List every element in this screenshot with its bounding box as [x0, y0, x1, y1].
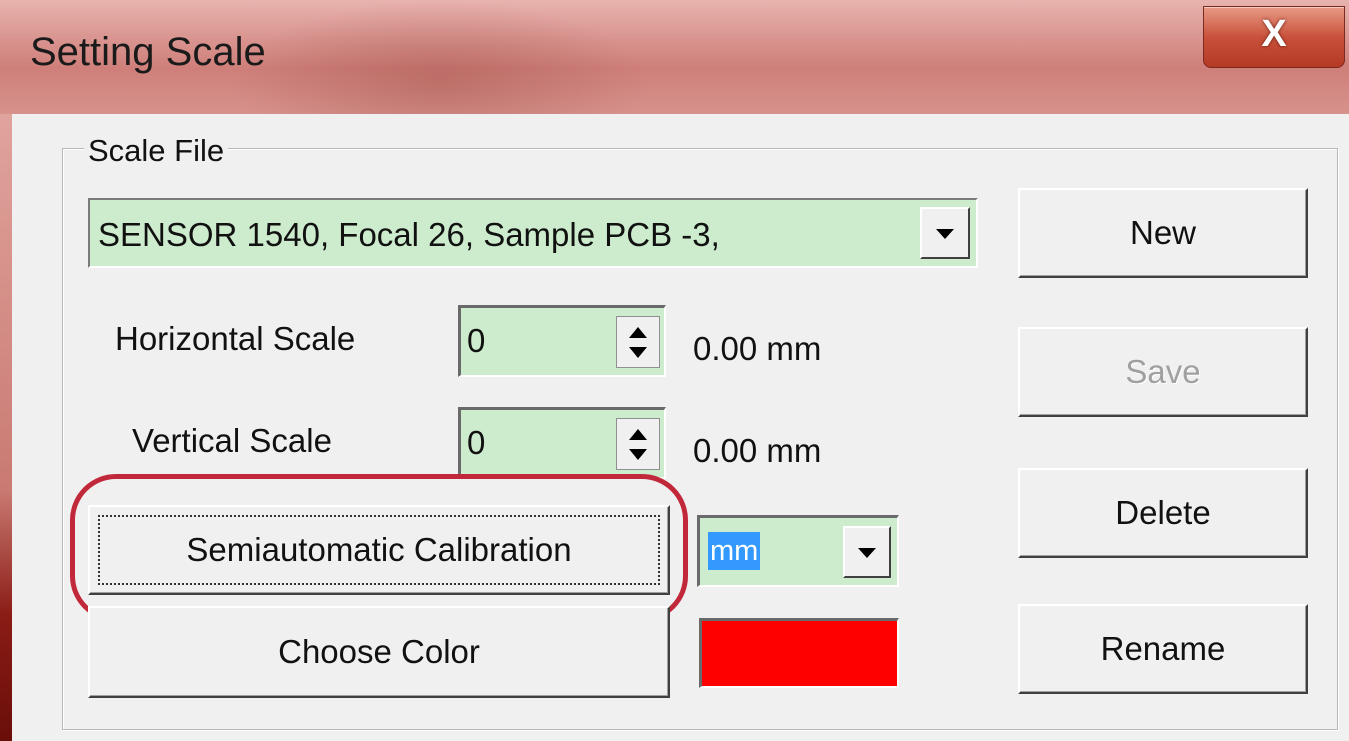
save-button-label: Save — [1125, 353, 1201, 390]
vertical-scale-readout: 0.00 mm — [693, 432, 822, 469]
horizontal-scale-label: Horizontal Scale — [115, 320, 356, 357]
color-swatch — [699, 618, 899, 688]
choose-color-label: Choose Color — [278, 633, 480, 670]
unit-dropdown-button[interactable] — [843, 526, 891, 578]
semiautomatic-calibration-button[interactable]: Semiautomatic Calibration — [88, 505, 670, 595]
scale-file-combo[interactable]: SENSOR 1540, Focal 26, Sample PCB -3, — [88, 198, 978, 268]
vertical-scale-label: Vertical Scale — [132, 422, 332, 459]
horizontal-scale-value[interactable]: 0 — [467, 322, 485, 360]
title-bar[interactable]: Setting Scale X — [0, 0, 1349, 115]
delete-button-label: Delete — [1115, 494, 1211, 531]
groupbox-label: Scale File — [84, 133, 229, 169]
vertical-spin-buttons[interactable] — [616, 418, 660, 470]
unit-combo[interactable]: mm — [697, 515, 899, 587]
new-button-label: New — [1129, 214, 1197, 251]
horizontal-scale-spin[interactable]: 0 — [458, 305, 666, 377]
horizontal-scale-readout: 0.00 mm — [693, 330, 822, 367]
choose-color-button[interactable]: Choose Color — [88, 606, 670, 698]
scale-file-dropdown-button[interactable] — [920, 207, 970, 259]
close-icon: X — [1261, 13, 1287, 55]
close-button[interactable]: X — [1203, 6, 1345, 68]
spin-down-icon[interactable] — [629, 449, 647, 460]
chevron-down-icon — [858, 548, 876, 558]
setting-scale-dialog: Setting Scale X Scale File SENSOR 1540, … — [0, 0, 1349, 741]
rename-button-label: Rename — [1100, 630, 1226, 667]
semiautomatic-calibration-label: Semiautomatic Calibration — [186, 531, 572, 568]
window-frame-left — [0, 114, 12, 741]
rename-button[interactable]: Rename — [1018, 604, 1308, 694]
vertical-scale-value[interactable]: 0 — [467, 424, 485, 462]
window-title: Setting Scale — [30, 30, 266, 74]
save-button[interactable]: Save — [1018, 327, 1308, 417]
horizontal-spin-buttons[interactable] — [616, 316, 660, 368]
new-button[interactable]: New — [1018, 188, 1308, 278]
chevron-down-icon — [936, 229, 954, 239]
scale-file-selected-value: SENSOR 1540, Focal 26, Sample PCB -3, — [98, 216, 720, 253]
delete-button[interactable]: Delete — [1018, 468, 1308, 558]
vertical-scale-spin[interactable]: 0 — [458, 407, 666, 479]
spin-up-icon[interactable] — [629, 327, 647, 338]
spin-down-icon[interactable] — [629, 347, 647, 358]
unit-selected-value: mm — [708, 532, 761, 570]
spin-up-icon[interactable] — [629, 429, 647, 440]
